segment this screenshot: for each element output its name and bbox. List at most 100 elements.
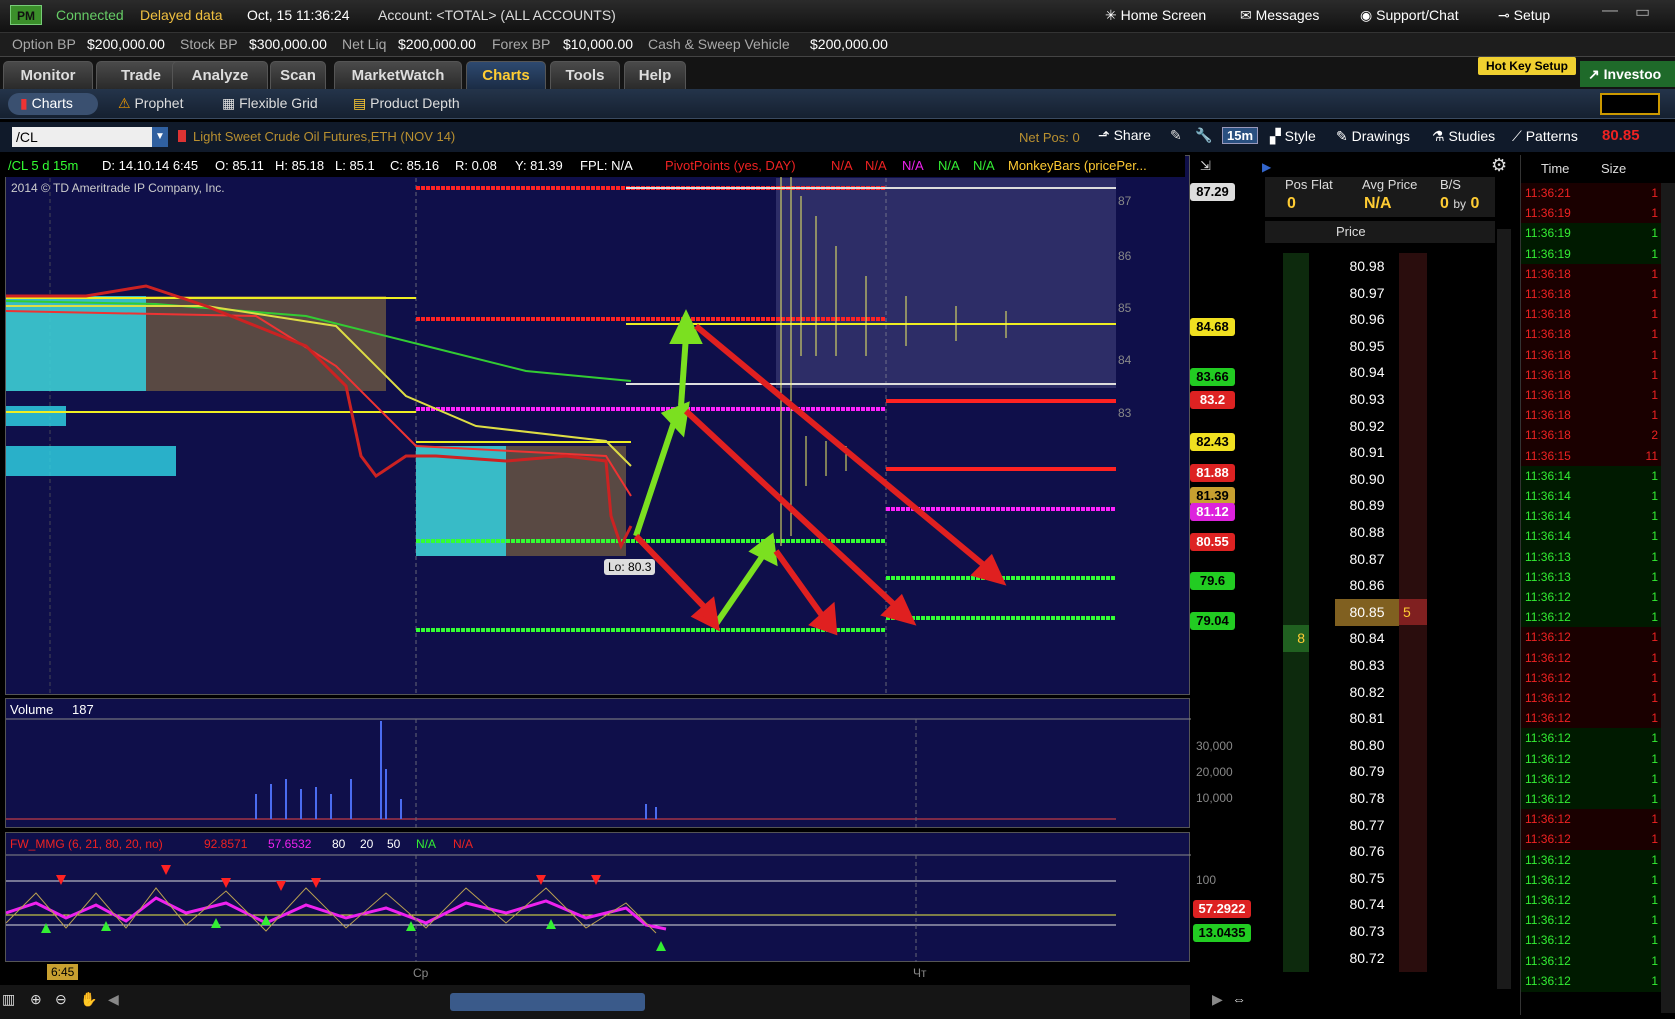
subtab-flexible-grid[interactable]: ▦ Flexible Grid — [222, 95, 318, 112]
ladder-row[interactable]: 80.89 — [1255, 492, 1500, 520]
ladder-row[interactable]: 80.76 — [1255, 838, 1500, 866]
symbol-dropdown-icon[interactable]: ▼ — [152, 127, 168, 147]
tns-scrollbar[interactable] — [1661, 183, 1675, 1013]
zoom-out-icon[interactable]: ⊖ — [55, 991, 67, 1008]
ladder-row[interactable]: 80.83 — [1255, 652, 1500, 679]
bid-cell[interactable] — [1283, 306, 1309, 334]
ladder-row[interactable]: 80.98 — [1255, 253, 1500, 280]
hotkey-setup-button[interactable]: Hot Key Setup — [1478, 57, 1576, 75]
ask-cell[interactable]: 5 — [1399, 598, 1427, 626]
share-button[interactable]: ⬏ Share — [1098, 127, 1151, 144]
ladder-row[interactable]: 80.93 — [1255, 386, 1500, 413]
ask-cell[interactable] — [1399, 918, 1427, 945]
ladder-row[interactable]: 80.77 — [1255, 811, 1500, 839]
drawings-button[interactable]: ✎ Drawings — [1336, 128, 1410, 145]
ask-cell[interactable] — [1399, 705, 1427, 733]
tab-analyze[interactable]: Analyze — [172, 61, 268, 89]
ladder-row[interactable]: 80.97 — [1255, 279, 1500, 307]
support-chat-button[interactable]: ◉ Support/Chat — [1360, 7, 1459, 24]
messages-button[interactable]: ✉ Messages — [1240, 7, 1319, 24]
ask-cell[interactable] — [1399, 306, 1427, 334]
ladder-row[interactable]: 80.91 — [1255, 439, 1500, 467]
tab-tools[interactable]: Tools — [550, 61, 620, 89]
bid-cell[interactable] — [1283, 731, 1309, 759]
bid-cell[interactable] — [1283, 864, 1309, 892]
bid-cell[interactable] — [1283, 465, 1309, 493]
ask-cell[interactable] — [1399, 785, 1427, 812]
tab-marketwatch[interactable]: MarketWatch — [334, 61, 462, 89]
bid-cell[interactable]: 8 — [1283, 625, 1309, 653]
ask-cell[interactable] — [1399, 758, 1427, 786]
gear-icon[interactable]: ⚙ — [1491, 155, 1507, 176]
bid-cell[interactable] — [1283, 944, 1309, 972]
ask-cell[interactable] — [1399, 465, 1427, 493]
bid-cell[interactable] — [1283, 439, 1309, 467]
bid-cell[interactable] — [1283, 758, 1309, 786]
ladder-row[interactable]: 80.80 — [1255, 731, 1500, 759]
subtab-product-depth[interactable]: ▤ Product Depth — [353, 95, 460, 112]
bid-cell[interactable] — [1283, 519, 1309, 546]
ladder-row[interactable]: 80.75 — [1255, 864, 1500, 892]
tab-charts[interactable]: Charts — [466, 61, 546, 89]
tab-monitor[interactable]: Monitor — [3, 61, 93, 89]
bid-cell[interactable] — [1283, 785, 1309, 812]
ladder-row[interactable]: 80.74 — [1255, 891, 1500, 919]
ask-cell[interactable] — [1399, 519, 1427, 546]
ladder-row[interactable]: 80.79 — [1255, 758, 1500, 786]
bid-cell[interactable] — [1283, 598, 1309, 626]
studies-button[interactable]: ⚗ Studies — [1432, 128, 1495, 145]
scroll-right-icon[interactable]: ▶ — [1212, 991, 1223, 1008]
ask-cell[interactable] — [1399, 811, 1427, 839]
setup-button[interactable]: ⊸ Setup — [1498, 7, 1550, 24]
bid-cell[interactable] — [1283, 492, 1309, 520]
ask-cell[interactable] — [1399, 253, 1427, 280]
ask-cell[interactable] — [1399, 625, 1427, 653]
wrench-icon[interactable]: 🔧 — [1195, 127, 1212, 144]
ask-cell[interactable] — [1399, 891, 1427, 919]
style-button[interactable]: ▞ Style — [1270, 128, 1316, 145]
ask-cell[interactable] — [1399, 545, 1427, 573]
symbol-input[interactable]: /CL — [12, 127, 152, 147]
study-monkeybars[interactable]: MonkeyBars (pricePer... — [1008, 158, 1147, 173]
scroll-left-icon[interactable]: ◀ — [108, 991, 119, 1008]
home-screen-button[interactable]: ✳ Home Screen — [1105, 7, 1206, 24]
ask-cell[interactable] — [1399, 864, 1427, 892]
layout-selector[interactable] — [1600, 93, 1660, 115]
subtab-prophet[interactable]: ⚠ Prophet — [118, 95, 184, 112]
bid-cell[interactable] — [1283, 918, 1309, 945]
price-chart[interactable]: 2014 © TD Ameritrade IP Company, Inc. Lo… — [5, 155, 1190, 696]
ask-cell[interactable] — [1399, 332, 1427, 360]
ask-cell[interactable] — [1399, 412, 1427, 440]
ask-cell[interactable] — [1399, 731, 1427, 759]
tab-help[interactable]: Help — [624, 61, 686, 89]
ladder-row[interactable]: 80.95 — [1255, 332, 1500, 360]
investools-button[interactable]: ↗ Investoo — [1580, 61, 1675, 87]
ladder-scrollbar[interactable] — [1497, 229, 1511, 989]
ladder-row[interactable]: 80.90 — [1255, 465, 1500, 493]
bid-cell[interactable] — [1283, 678, 1309, 706]
chart-settings-icon[interactable]: ⇲ — [1200, 158, 1211, 174]
ask-cell[interactable] — [1399, 359, 1427, 387]
bid-cell[interactable] — [1283, 359, 1309, 387]
bid-cell[interactable] — [1283, 652, 1309, 679]
bid-cell[interactable] — [1283, 545, 1309, 573]
ladder-row[interactable]: 80.92 — [1255, 412, 1500, 440]
bid-cell[interactable] — [1283, 572, 1309, 600]
ask-cell[interactable] — [1399, 572, 1427, 600]
pan-hand-icon[interactable]: ✋ — [80, 991, 97, 1008]
ladder-row[interactable]: 80.78 — [1255, 785, 1500, 812]
collapse-icon[interactable]: ▶ — [1262, 160, 1271, 174]
bid-cell[interactable] — [1283, 279, 1309, 307]
account-selector[interactable]: Account: <TOTAL> (ALL ACCOUNTS) — [378, 7, 616, 23]
zoom-in-icon[interactable]: ⊕ — [30, 991, 42, 1008]
bid-cell[interactable] — [1283, 838, 1309, 866]
ladder-row[interactable]: 80.87 — [1255, 545, 1500, 573]
ladder-row[interactable]: 80.82 — [1255, 678, 1500, 706]
settings-tool-icon[interactable]: ✎ — [1170, 127, 1182, 144]
ladder-row[interactable]: 80.94 — [1255, 359, 1500, 387]
maximize-button[interactable]: ▭ — [1635, 2, 1650, 22]
ask-cell[interactable] — [1399, 838, 1427, 866]
chart-scrollbar-thumb[interactable] — [450, 993, 645, 1011]
ladder-row[interactable]: 80.72 — [1255, 944, 1500, 972]
minimize-button[interactable]: — — [1602, 2, 1618, 20]
